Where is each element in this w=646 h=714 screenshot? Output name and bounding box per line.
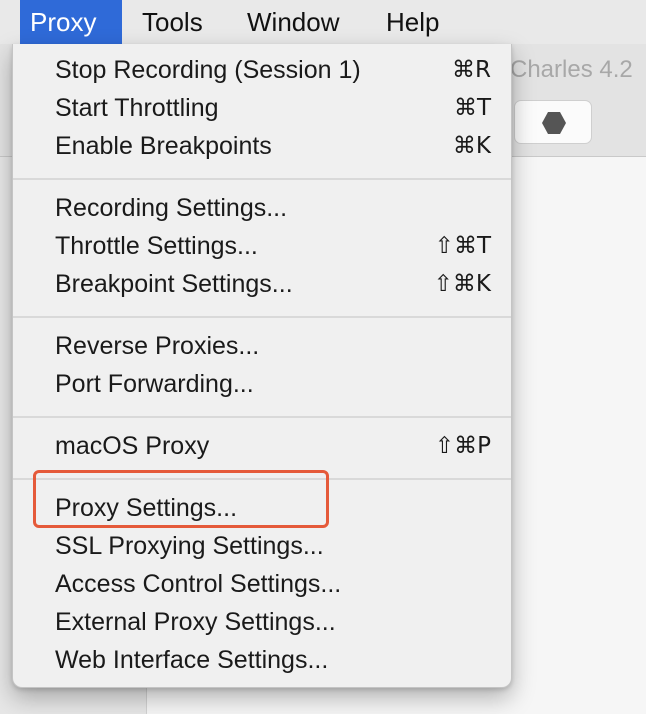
menu-item-web-interface-settings[interactable]: Web Interface Settings... xyxy=(13,641,511,679)
menubar-tools[interactable]: Tools xyxy=(132,0,213,44)
menubar-window[interactable]: Window xyxy=(237,0,349,44)
menu-item-external-proxy-settings[interactable]: External Proxy Settings... xyxy=(13,603,511,641)
menu-item-recording-settings[interactable]: Recording Settings... xyxy=(13,189,511,227)
menu-item-label: Reverse Proxies... xyxy=(55,332,260,360)
menu-item-throttle-settings[interactable]: Throttle Settings... ⇧⌘T xyxy=(13,227,511,265)
menu-item-reverse-proxies[interactable]: Reverse Proxies... xyxy=(13,327,511,365)
menu-item-shortcut: ⌘K xyxy=(452,133,491,159)
menu-item-shortcut: ⇧⌘P xyxy=(434,433,491,459)
menu-item-label: Web Interface Settings... xyxy=(55,646,329,674)
menu-item-shortcut: ⇧⌘T xyxy=(434,233,491,259)
menu-separator xyxy=(13,416,511,418)
menu-item-label: Enable Breakpoints xyxy=(55,132,272,160)
menu-item-ssl-proxying-settings[interactable]: SSL Proxying Settings... xyxy=(13,527,511,565)
menu-item-shortcut: ⇧⌘K xyxy=(433,271,491,297)
menu-item-label: Access Control Settings... xyxy=(55,570,342,598)
menu-item-shortcut: ⌘T xyxy=(453,95,491,121)
menu-separator xyxy=(13,178,511,180)
menu-item-macos-proxy[interactable]: macOS Proxy ⇧⌘P xyxy=(13,427,511,465)
menu-item-label: Stop Recording (Session 1) xyxy=(55,56,361,84)
menubar: Proxy Tools Window Help xyxy=(0,0,646,44)
menu-item-label: Throttle Settings... xyxy=(55,232,258,260)
stop-recording-toolbar-button[interactable] xyxy=(514,100,592,144)
menu-separator xyxy=(13,478,511,480)
menu-item-label: macOS Proxy xyxy=(55,432,210,460)
menu-item-enable-breakpoints[interactable]: Enable Breakpoints ⌘K xyxy=(13,127,511,165)
menu-item-label: Port Forwarding... xyxy=(55,370,254,398)
menu-separator xyxy=(13,316,511,318)
menu-item-proxy-settings[interactable]: Proxy Settings... xyxy=(13,489,511,527)
menu-item-breakpoint-settings[interactable]: Breakpoint Settings... ⇧⌘K xyxy=(13,265,511,303)
menu-item-label: Start Throttling xyxy=(55,94,219,122)
menu-item-access-control-settings[interactable]: Access Control Settings... xyxy=(13,565,511,603)
menu-item-port-forwarding[interactable]: Port Forwarding... xyxy=(13,365,511,403)
menu-item-label: Proxy Settings... xyxy=(55,494,238,522)
menu-item-label: SSL Proxying Settings... xyxy=(55,532,324,560)
menubar-proxy[interactable]: Proxy xyxy=(20,0,122,44)
window-title: Charles 4.2 xyxy=(510,56,633,83)
menubar-help[interactable]: Help xyxy=(376,0,449,44)
menu-item-stop-recording[interactable]: Stop Recording (Session 1) ⌘R xyxy=(13,51,511,89)
menu-item-label: Recording Settings... xyxy=(55,194,288,222)
menu-item-label: Breakpoint Settings... xyxy=(55,270,293,298)
menu-item-label: External Proxy Settings... xyxy=(55,608,336,636)
menu-item-start-throttling[interactable]: Start Throttling ⌘T xyxy=(13,89,511,127)
proxy-menu: Stop Recording (Session 1) ⌘R Start Thro… xyxy=(12,44,512,688)
menu-item-shortcut: ⌘R xyxy=(452,57,491,83)
